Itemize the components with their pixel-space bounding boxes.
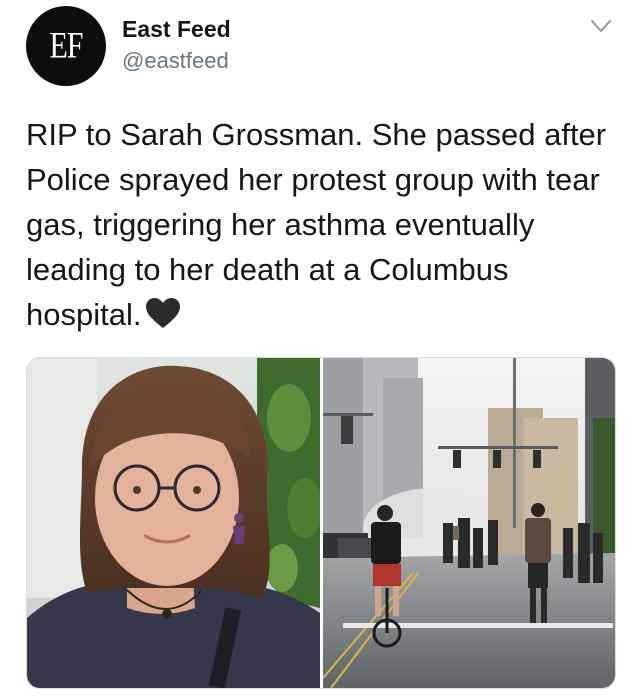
chevron-down-icon[interactable] [590,18,612,34]
portrait-photo[interactable] [27,358,320,688]
avatar[interactable]: EF [26,6,106,86]
media-grid[interactable] [26,357,616,689]
protest-street-photo[interactable] [323,358,615,688]
tweet-text: RIP to Sarah Grossman. She passed after … [26,117,607,332]
display-name[interactable]: East Feed [122,16,231,43]
black-heart-icon [146,298,181,328]
tweet-header: EF East Feed @eastfeed [0,0,640,100]
user-handle[interactable]: @eastfeed [122,48,229,74]
avatar-logo-text: EF [49,24,83,66]
tweet-text-block: RIP to Sarah Grossman. She passed after … [26,112,626,337]
